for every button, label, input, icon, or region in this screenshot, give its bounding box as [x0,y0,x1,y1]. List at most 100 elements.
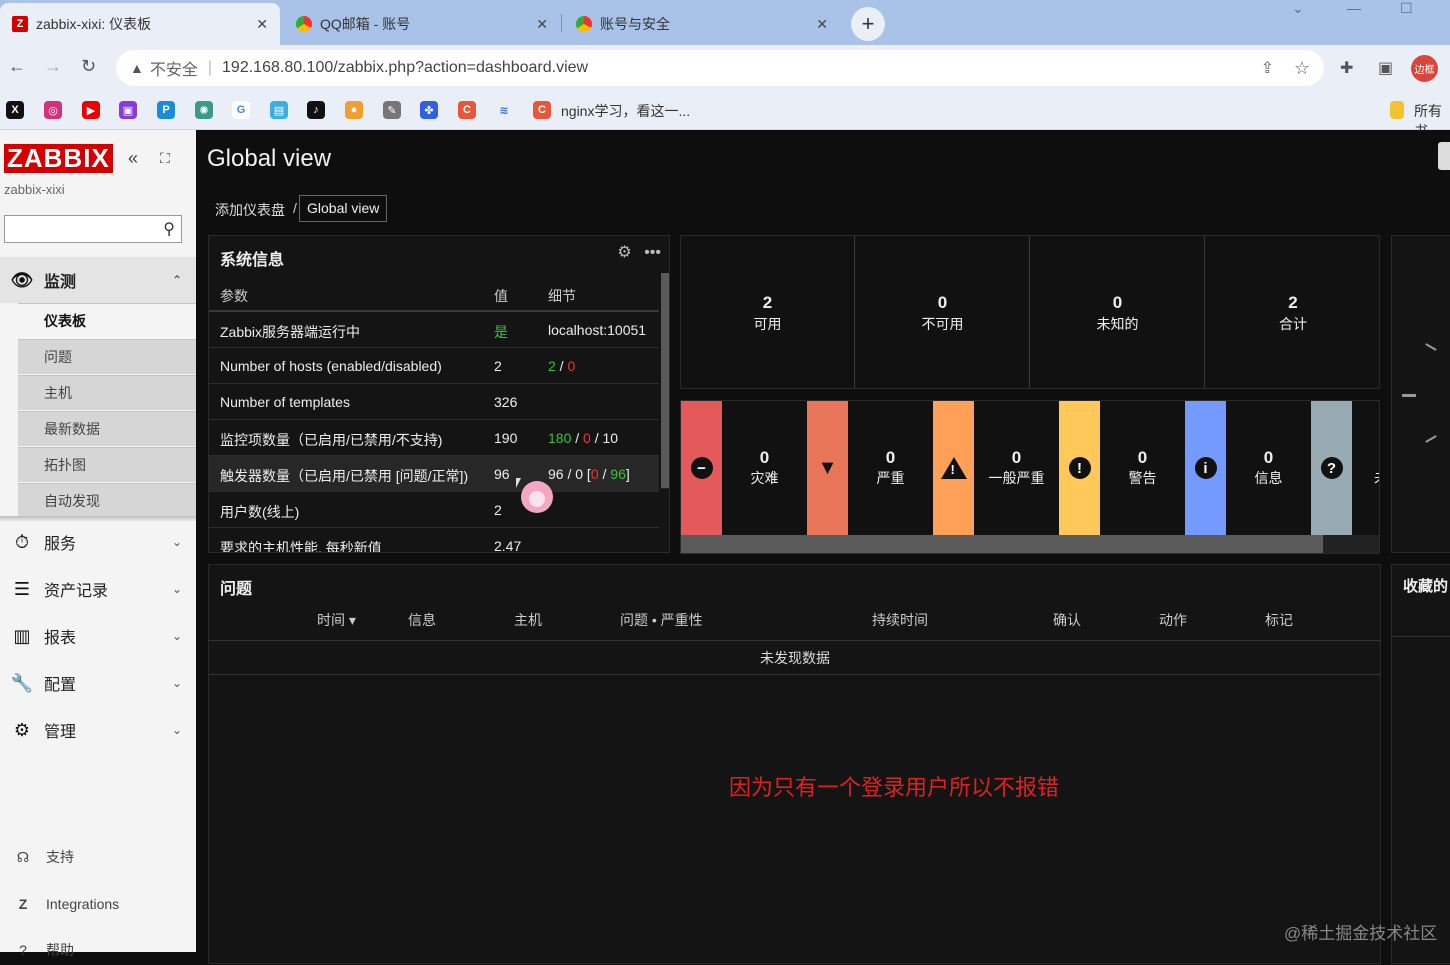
severity-cell[interactable]: 0 一般严重 [974,401,1059,535]
back-icon[interactable]: ← [8,56,26,77]
tiktok-bookmark-icon[interactable]: ♪ [307,101,325,119]
col-actions[interactable]: 动作 [1159,610,1187,630]
severity-cell[interactable]: 未 [1352,401,1379,535]
menu-inventory[interactable]: ☰ 资产记录 ⌄ [0,566,196,612]
tab-zabbix[interactable]: Z zabbix-xixi: 仪表板 ✕ [0,3,280,45]
vertical-scrollbar[interactable] [661,273,669,489]
col-host[interactable]: 主机 [514,610,542,630]
p-bookmark-icon[interactable]: P [157,101,175,119]
insecure-label[interactable]: 不安全 [150,56,198,80]
count: 0 [759,448,770,467]
forward-icon[interactable]: → [44,56,62,77]
address-bar[interactable]: ▲ 不安全 | 192.168.80.100/zabbix.php?action… [116,50,1324,86]
col-duration[interactable]: 持续时间 [872,610,928,630]
col-tags[interactable]: 标记 [1265,610,1293,630]
breadcrumb-add-dashboard[interactable]: 添加仪表盘 [215,200,285,220]
extensions-icon[interactable]: ✚ [1340,58,1353,78]
col-ack[interactable]: 确认 [1053,610,1081,630]
url-text[interactable]: 192.168.80.100/zabbix.php?action=dashboa… [222,59,588,77]
submenu-discovery[interactable]: 自动发现 [18,483,196,518]
submenu-dashboard[interactable]: 仪表板 [18,303,196,338]
footer-label: Integrations [46,896,120,912]
severity-cell[interactable]: 0 信息 [1226,401,1311,535]
star-icon[interactable]: ☆ [1294,58,1310,79]
label: 警告 [1128,470,1157,486]
menu-reports[interactable]: ▥ 报表 ⌄ [0,613,196,659]
close-tab-icon[interactable]: ✕ [536,16,548,33]
horizontal-scrollbar[interactable] [681,535,1379,553]
gear-icon[interactable]: ⚙ [617,244,631,261]
cell-param: Number of templates [220,394,350,410]
footer-integrations[interactable]: Z Integrations [0,889,196,919]
menu-monitoring[interactable]: 👁 监测 ⌃ [0,257,196,303]
availability-cell[interactable]: 2 合计 [1206,236,1380,388]
clock-tick [1425,343,1437,351]
submenu-latest-data[interactable]: 最新数据 [18,411,196,446]
menu-services[interactable]: ⏱ 服务 ⌄ [0,519,196,565]
juejin-bookmark-icon[interactable]: ≋ [495,101,513,119]
scroll-thumb[interactable] [661,273,669,488]
kiosk-mode-icon[interactable]: ⛶ [160,150,170,167]
count: 0 [885,448,896,467]
tab-account-security[interactable]: 账号与安全 ✕ [564,3,840,45]
chatgpt-bookmark-icon[interactable]: ✺ [195,101,213,119]
average-severity-strip: ! [933,401,974,535]
search-input[interactable]: ⚲ [4,215,182,243]
page-title: Global view [207,145,332,172]
profile-avatar[interactable]: 边框 [1411,55,1438,82]
ok-count: 96 [610,466,626,482]
sidepanel-icon[interactable]: ▣ [1378,58,1393,78]
table-row: 用户数(线上) 2 [209,492,659,528]
severity-cell[interactable]: 0 严重 [848,401,933,535]
breadcrumb-current[interactable]: Global view [299,195,388,222]
bookmark-icon[interactable]: ● [345,101,363,119]
csdn-bookmark-icon[interactable]: C [533,101,551,119]
more-icon[interactable]: ••• [644,244,661,261]
submenu-maps[interactable]: 拓扑图 [18,447,196,482]
severity-cell[interactable]: 0 灾难 [722,401,807,535]
count: 0 [937,293,948,312]
share-icon[interactable]: ⇪ [1261,58,1274,78]
zabbix-logo[interactable]: ZABBIX [4,144,113,173]
availability-cell[interactable]: 2 可用 [681,236,855,388]
availability-cell[interactable]: 0 未知的 [1031,236,1205,388]
csdn-bookmark-icon[interactable]: C [458,101,476,119]
col-info[interactable]: 信息 [408,610,436,630]
close-tab-icon[interactable]: ✕ [256,16,268,33]
search-icon[interactable]: ⚲ [163,219,175,239]
close-tab-icon[interactable]: ✕ [816,16,828,33]
severity-cell[interactable]: 0 警告 [1100,401,1185,535]
folder-icon[interactable] [1390,101,1404,119]
bookmark-nginx[interactable]: nginx学习，看这一... [561,101,690,121]
new-tab-button[interactable]: + [851,7,885,41]
footer-help[interactable]: ? 帮助 [0,935,196,965]
collapse-sidebar-icon[interactable]: « [128,148,138,169]
chevron-down-icon: ⌄ [171,535,182,549]
footer-support[interactable]: ☊ 支持 [0,842,196,872]
minimize-icon[interactable]: — [1347,0,1361,16]
tab-search-icon[interactable]: ⌄ [1292,0,1304,17]
availability-cell[interactable]: 0 不可用 [856,236,1030,388]
google-bookmark-icon[interactable]: G [232,101,250,119]
menu-administration[interactable]: ⚙ 管理 ⌄ [0,707,196,753]
scroll-thumb[interactable] [681,535,1323,553]
col-time[interactable]: 时间 ▾ [317,610,356,630]
baidu-bookmark-icon[interactable]: ✤ [420,101,438,119]
menu-configuration[interactable]: 🔧 配置 ⌄ [0,660,196,706]
bilibili-bookmark-icon[interactable]: ▤ [270,101,288,119]
instagram-bookmark-icon[interactable]: ◎ [44,101,62,119]
warning-icon[interactable]: ▲ [130,60,144,76]
tab-qqmail[interactable]: QQ邮箱 - 账号 ✕ [284,3,560,45]
x-bookmark-icon[interactable]: X [6,101,24,119]
submenu-problems[interactable]: 问题 [18,339,196,374]
cell-value: 190 [494,430,518,446]
youtube-bookmark-icon[interactable]: ▶ [82,101,100,119]
edit-dashboard-button[interactable] [1438,142,1450,170]
twitch-bookmark-icon[interactable]: ▣ [119,101,137,119]
submenu-hosts[interactable]: 主机 [18,375,196,410]
col-problem-severity[interactable]: 问题 • 严重性 [620,610,703,630]
reload-icon[interactable]: ↻ [81,56,96,77]
table-row: 触发器数量（已启用/已禁用 [问题/正常]) 96 96 / 0 [0 / 96… [209,456,659,492]
maximize-icon[interactable]: ☐ [1400,0,1413,17]
bookmark-icon[interactable]: ✎ [383,101,401,119]
